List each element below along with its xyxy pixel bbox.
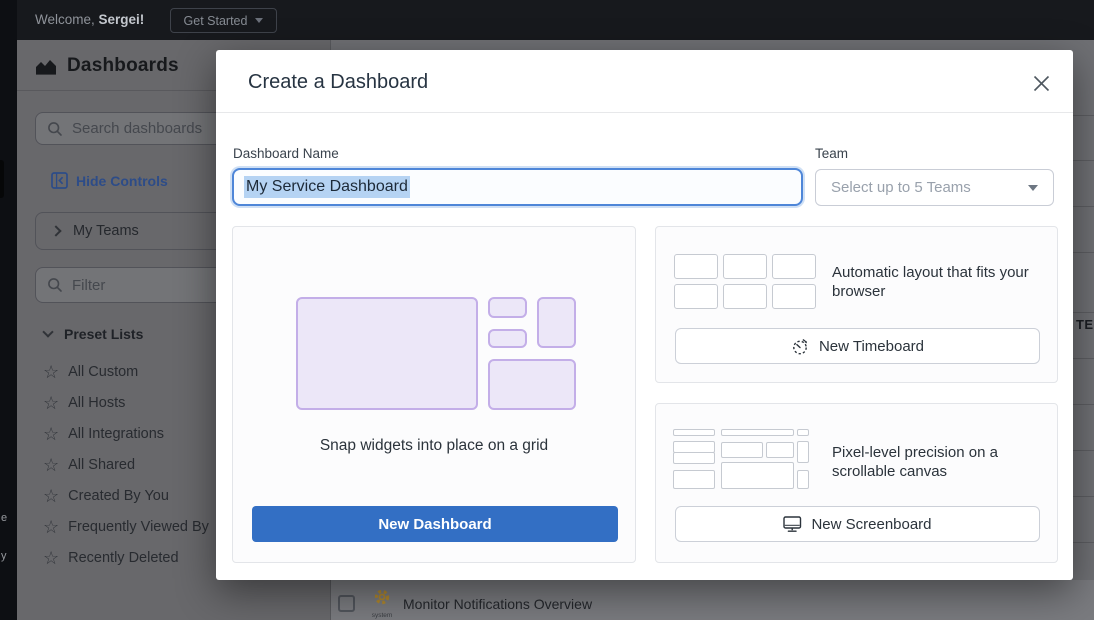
- table-row-divider: [1073, 358, 1094, 359]
- create-dashboard-modal: Create a Dashboard Dashboard Name Team M…: [216, 50, 1073, 580]
- integration-tag: system: [371, 612, 393, 619]
- new-timeboard-label: New Timeboard: [819, 338, 924, 355]
- preset-lists-label: Preset Lists: [64, 326, 143, 342]
- new-screenboard-label: New Screenboard: [811, 516, 931, 533]
- preset-item-created-by-you[interactable]: ☆ Created By You: [43, 480, 169, 511]
- new-dashboard-button[interactable]: New Dashboard: [252, 506, 618, 542]
- star-icon: ☆: [43, 519, 59, 535]
- dashboard-name-label: Dashboard Name: [233, 146, 339, 161]
- preset-item-all-integrations[interactable]: ☆ All Integrations: [43, 418, 164, 449]
- preset-item-all-custom[interactable]: ☆ All Custom: [43, 356, 138, 387]
- screenboard-card: Pixel-level precision on a scrollable ca…: [655, 403, 1058, 563]
- nav-partial-letter: y: [1, 550, 7, 562]
- grid-card-caption: Snap widgets into place on a grid: [233, 437, 635, 455]
- chevron-down-icon: [42, 326, 53, 337]
- table-row-divider: [1073, 312, 1094, 313]
- star-icon: ☆: [43, 457, 59, 473]
- welcome-text: Welcome, Sergei!: [35, 12, 144, 27]
- table-row-divider: [1073, 206, 1094, 207]
- star-icon: ☆: [43, 364, 59, 380]
- top-bar: [0, 0, 1094, 40]
- modal-header-divider: [216, 112, 1073, 113]
- table-row-divider: [1073, 450, 1094, 451]
- star-icon: ☆: [43, 550, 59, 566]
- app-nav-strip: e y: [0, 0, 17, 620]
- preset-item-label: All Custom: [68, 364, 138, 380]
- dashboard-row-title[interactable]: Monitor Notifications Overview: [403, 596, 592, 612]
- team-select[interactable]: Select up to 5 Teams: [815, 169, 1054, 206]
- chevron-down-icon: [1028, 185, 1038, 191]
- monitor-icon: [783, 516, 802, 533]
- close-icon[interactable]: [1032, 74, 1051, 93]
- welcome-prefix: Welcome,: [35, 12, 99, 27]
- preset-item-frequently-viewed[interactable]: ☆ Frequently Viewed By: [43, 511, 209, 542]
- table-row-divider: [1073, 542, 1094, 543]
- star-icon: ☆: [43, 488, 59, 504]
- page-title: Dashboards: [67, 55, 179, 77]
- gear-icon: [372, 588, 392, 607]
- dashboard-name-input[interactable]: My Service Dashboard: [232, 168, 803, 206]
- preset-item-all-shared[interactable]: ☆ All Shared: [43, 449, 135, 480]
- preset-item-label: All Hosts: [68, 395, 125, 411]
- get-started-label: Get Started: [184, 14, 248, 28]
- stopwatch-icon: [791, 337, 810, 356]
- preset-item-label: All Shared: [68, 457, 135, 473]
- dashboard-list-row: system Monitor Notifications Overview: [330, 580, 1094, 620]
- table-row-divider: [1073, 160, 1094, 161]
- table-row-divider: [1073, 115, 1094, 116]
- team-select-placeholder: Select up to 5 Teams: [831, 179, 971, 196]
- preset-item-label: Created By You: [68, 488, 169, 504]
- selected-text: My Service Dashboard: [244, 176, 410, 198]
- timeboard-illustration: [674, 254, 816, 309]
- star-icon: ☆: [43, 426, 59, 442]
- dashboards-icon: [34, 57, 58, 77]
- screenboard-caption: Pixel-level precision on a scrollable ca…: [832, 443, 1037, 481]
- table-row-divider: [1073, 252, 1094, 253]
- search-icon: [47, 277, 63, 293]
- preset-item-recently-deleted[interactable]: ☆ Recently Deleted: [43, 542, 179, 573]
- search-icon: [47, 121, 63, 137]
- welcome-username: Sergei!: [99, 12, 145, 27]
- get-started-button[interactable]: Get Started: [170, 8, 277, 33]
- team-label: Team: [815, 146, 848, 161]
- team-column-header-partial: TE: [1076, 317, 1093, 332]
- nav-partial-letter: e: [1, 512, 7, 524]
- preset-item-label: All Integrations: [68, 426, 164, 442]
- nav-pill: [0, 160, 4, 198]
- preset-lists-header[interactable]: Preset Lists: [44, 326, 143, 342]
- new-timeboard-button[interactable]: New Timeboard: [675, 328, 1040, 364]
- timeboard-caption: Automatic layout that fits your browser: [832, 263, 1050, 301]
- grid-dashboard-card: Snap widgets into place on a grid New Da…: [232, 226, 636, 563]
- preset-item-label: Recently Deleted: [68, 550, 178, 566]
- integration-badge: system: [371, 588, 393, 619]
- preset-item-label: Frequently Viewed By: [68, 519, 209, 535]
- row-checkbox[interactable]: [338, 595, 355, 612]
- star-icon: ☆: [43, 395, 59, 411]
- screen: Welcome, Sergei! Get Started TE Dashboar…: [0, 0, 1094, 620]
- modal-title: Create a Dashboard: [248, 71, 428, 94]
- hide-controls-label: Hide Controls: [76, 173, 168, 189]
- my-teams-label: My Teams: [73, 223, 139, 239]
- chevron-right-icon: [50, 225, 61, 236]
- screenboard-illustration: [673, 429, 828, 491]
- table-row-divider: [1073, 404, 1094, 405]
- hide-controls-link[interactable]: Hide Controls: [51, 172, 168, 189]
- preset-item-all-hosts[interactable]: ☆ All Hosts: [43, 387, 125, 418]
- chevron-down-icon: [255, 18, 263, 23]
- hide-controls-icon: [51, 172, 68, 189]
- table-row-divider: [1073, 496, 1094, 497]
- timeboard-card: Automatic layout that fits your browser …: [655, 226, 1058, 383]
- new-screenboard-button[interactable]: New Screenboard: [675, 506, 1040, 542]
